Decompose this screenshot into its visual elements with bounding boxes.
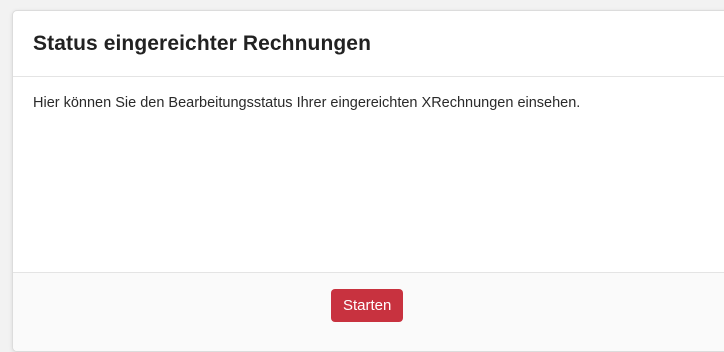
card-body: Hier können Sie den Bearbeitungsstatus I… — [13, 77, 724, 273]
invoice-status-card: Status eingereichter Rechnungen Hier kön… — [12, 10, 724, 352]
card-description: Hier können Sie den Bearbeitungsstatus I… — [33, 95, 581, 111]
start-button[interactable]: Starten — [331, 289, 404, 322]
card-header: Status eingereichter Rechnungen — [13, 11, 724, 77]
card-footer: Starten — [13, 273, 724, 351]
card-title: Status eingereichter Rechnungen — [33, 31, 372, 55]
